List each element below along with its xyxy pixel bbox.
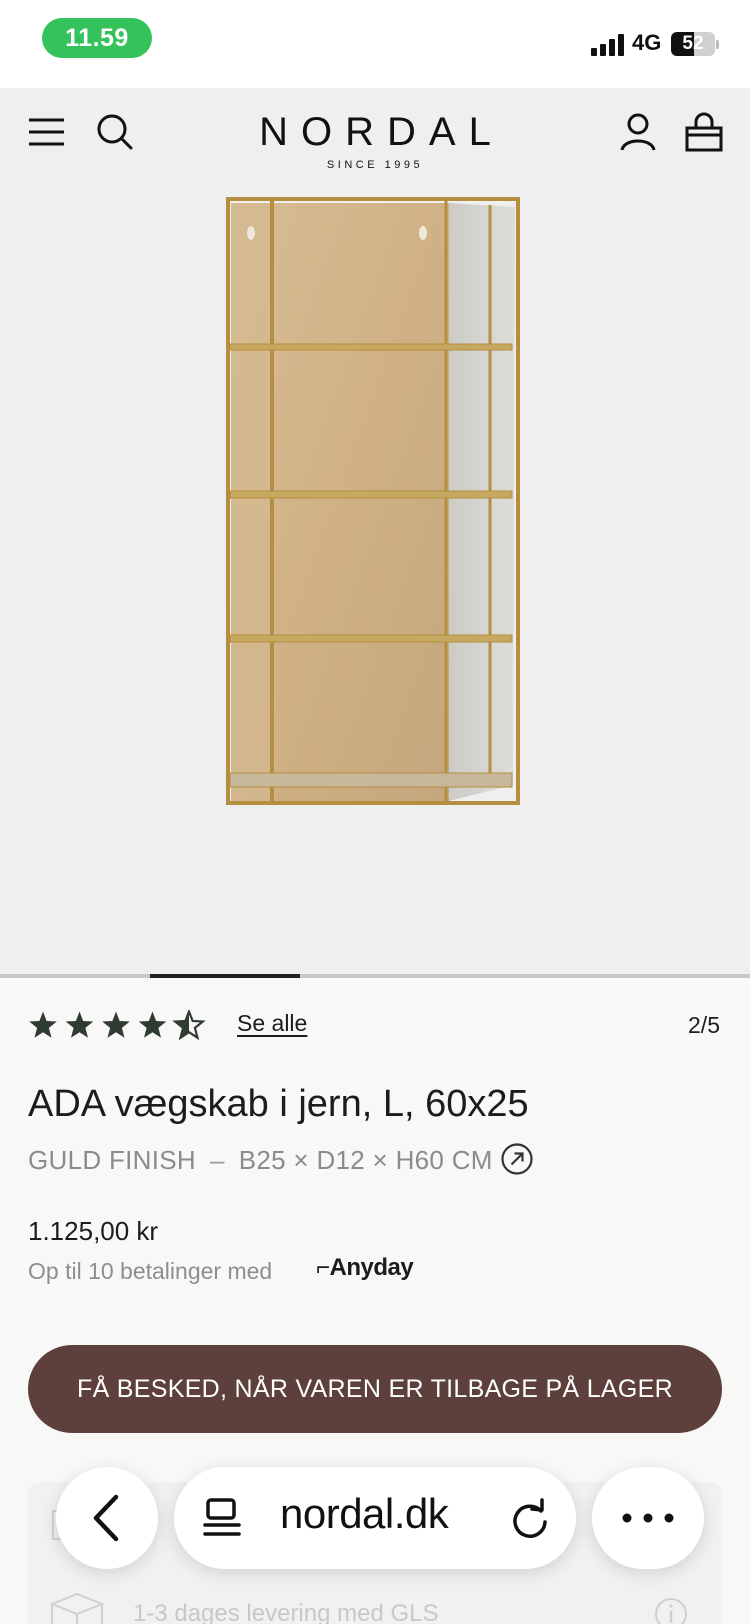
battery-tip xyxy=(716,40,719,49)
brand-subtitle: SINCE 1995 xyxy=(326,159,424,171)
product-title: ADA vægskab i jern, L, 60x25 xyxy=(28,1083,529,1125)
gallery-progress-fill xyxy=(150,974,300,978)
rating-stars[interactable] xyxy=(28,1010,208,1042)
variant-separator: – xyxy=(209,1145,225,1175)
reload-icon[interactable] xyxy=(508,1497,552,1541)
product-variant: GULD FINISH – B25 × D12 × H60 CM xyxy=(28,1145,493,1176)
browser-url[interactable]: nordal.dk xyxy=(280,1490,449,1538)
product-image[interactable] xyxy=(225,195,525,825)
info-icon[interactable] xyxy=(654,1597,688,1624)
package-icon xyxy=(49,1592,105,1624)
browser-back-button[interactable] xyxy=(56,1467,158,1569)
signal-icon xyxy=(591,34,625,56)
account-icon[interactable] xyxy=(616,110,660,154)
reader-mode-icon[interactable] xyxy=(202,1497,242,1539)
star-full-icon xyxy=(29,1011,57,1038)
brand-logo[interactable]: NORDAL xyxy=(200,110,550,155)
delivery-text: 1-3 dages levering med GLS xyxy=(133,1600,439,1624)
star-full-icon xyxy=(102,1011,130,1038)
see-all-reviews-link[interactable]: Se alle xyxy=(237,1010,307,1037)
menu-icon[interactable] xyxy=(26,110,70,154)
notify-back-in-stock-button[interactable]: FÅ BESKED, NÅR VAREN ER TILBAGE PÅ LAGER xyxy=(28,1345,722,1433)
chevron-left-icon xyxy=(93,1494,119,1542)
anyday-mark-icon: ⌐ xyxy=(316,1254,330,1281)
external-link-icon[interactable] xyxy=(500,1142,534,1176)
search-icon[interactable] xyxy=(94,110,138,154)
installments-text: Op til 10 betalinger med xyxy=(28,1258,273,1284)
product-price: 1.125,00 kr xyxy=(28,1216,159,1246)
variant-dimensions: B25 × D12 × H60 CM xyxy=(238,1145,493,1175)
bag-icon[interactable] xyxy=(682,110,726,154)
star-full-icon xyxy=(65,1011,94,1038)
image-pager: 2/5 xyxy=(688,1012,720,1038)
variant-finish: GULD FINISH xyxy=(28,1145,196,1175)
battery-percent: 52 xyxy=(682,33,704,54)
battery-icon: 52 xyxy=(671,32,715,56)
browser-more-button[interactable] xyxy=(592,1467,704,1569)
status-time: 11.59 xyxy=(42,18,152,58)
anyday-brand-label: Anyday xyxy=(329,1254,414,1281)
status-bar: 11.59 4G 52 xyxy=(0,0,750,88)
network-label: 4G xyxy=(632,30,662,55)
gallery-progress xyxy=(0,974,750,978)
star-full-icon xyxy=(138,1011,167,1038)
more-icon xyxy=(622,1513,674,1523)
anyday-logo: ⌐Anyday xyxy=(316,1254,414,1282)
